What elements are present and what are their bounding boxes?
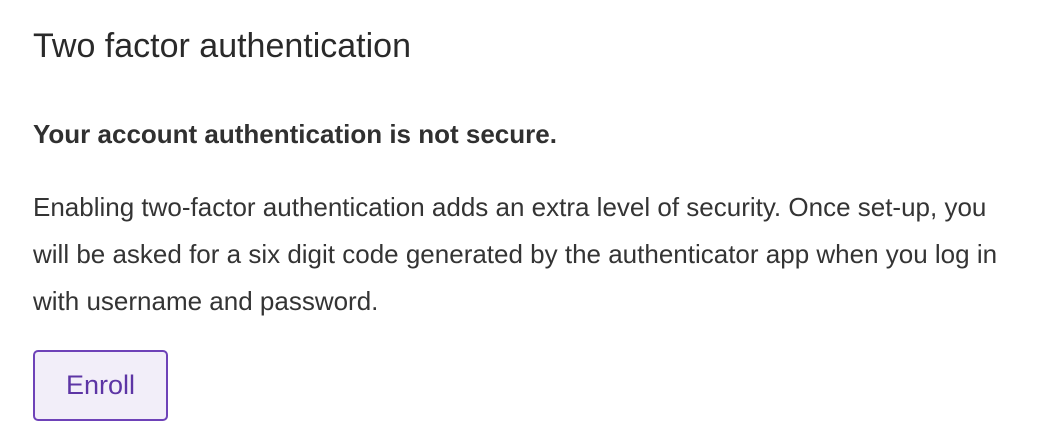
security-warning: Your account authentication is not secur… xyxy=(33,119,557,149)
enroll-button[interactable]: Enroll xyxy=(33,350,168,421)
two-factor-description: Enabling two-factor authentication adds … xyxy=(33,192,998,316)
two-factor-auth-panel: Two factor authentication Your account a… xyxy=(33,0,1013,440)
page-title: Two factor authentication xyxy=(33,27,412,65)
